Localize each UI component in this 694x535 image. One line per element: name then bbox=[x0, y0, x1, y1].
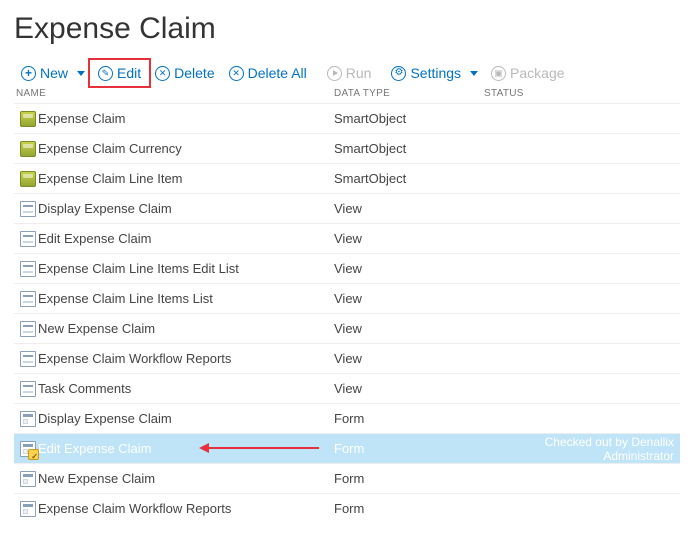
row-type: SmartObject bbox=[334, 141, 484, 156]
new-button[interactable]: New bbox=[14, 62, 75, 84]
table-row[interactable]: Expense Claim Line ItemSmartObject bbox=[14, 163, 680, 193]
edit-label: Edit bbox=[117, 65, 141, 81]
package-icon bbox=[491, 66, 506, 81]
form-icon bbox=[20, 411, 36, 427]
view-icon bbox=[20, 381, 36, 397]
package-button[interactable]: Package bbox=[484, 62, 571, 84]
delete-label: Delete bbox=[174, 65, 214, 81]
row-name: Task Comments bbox=[38, 381, 334, 396]
row-type: View bbox=[334, 261, 484, 276]
row-name: Display Expense Claim bbox=[38, 201, 334, 216]
form-icon bbox=[20, 501, 36, 517]
gear-icon bbox=[391, 66, 406, 81]
table-row[interactable]: Display Expense ClaimForm bbox=[14, 403, 680, 433]
row-type: View bbox=[334, 201, 484, 216]
row-status: Checked out by Denallix Administrator bbox=[484, 435, 680, 463]
view-icon bbox=[20, 291, 36, 307]
new-dropdown[interactable] bbox=[77, 71, 85, 76]
row-name: Expense Claim bbox=[38, 111, 334, 126]
item-list: Expense ClaimSmartObjectExpense Claim Cu… bbox=[14, 103, 680, 523]
table-row[interactable]: Expense Claim Workflow ReportsForm bbox=[14, 493, 680, 523]
edit-button[interactable]: Edit bbox=[91, 62, 148, 84]
view-icon bbox=[20, 231, 36, 247]
row-type: View bbox=[334, 351, 484, 366]
table-row[interactable]: New Expense ClaimView bbox=[14, 313, 680, 343]
row-type: Form bbox=[334, 411, 484, 426]
table-row[interactable]: Edit Expense ClaimView bbox=[14, 223, 680, 253]
view-icon bbox=[20, 351, 36, 367]
view-icon bbox=[20, 261, 36, 277]
package-label: Package bbox=[510, 65, 564, 81]
table-row[interactable]: Expense Claim Line Items Edit ListView bbox=[14, 253, 680, 283]
row-type: View bbox=[334, 231, 484, 246]
run-button[interactable]: Run bbox=[320, 62, 379, 84]
table-row[interactable]: Edit Expense ClaimFormChecked out by Den… bbox=[14, 433, 680, 463]
row-name: Expense Claim Workflow Reports bbox=[38, 501, 334, 516]
table-row[interactable]: Expense Claim Workflow ReportsView bbox=[14, 343, 680, 373]
row-type: Form bbox=[334, 501, 484, 516]
row-type: Form bbox=[334, 471, 484, 486]
page-title: Expense Claim bbox=[14, 12, 680, 46]
x-all-icon bbox=[229, 66, 244, 81]
settings-label: Settings bbox=[410, 65, 461, 81]
settings-dropdown[interactable] bbox=[470, 71, 478, 76]
table-row[interactable]: New Expense ClaimForm bbox=[14, 463, 680, 493]
form-icon bbox=[20, 471, 36, 487]
smartobject-icon bbox=[20, 141, 36, 157]
delete-all-label: Delete All bbox=[248, 65, 307, 81]
row-name: Expense Claim Currency bbox=[38, 141, 334, 156]
row-name: Expense Claim Line Item bbox=[38, 171, 334, 186]
row-name: Expense Claim Line Items Edit List bbox=[38, 261, 334, 276]
play-icon bbox=[327, 66, 342, 81]
row-type: SmartObject bbox=[334, 111, 484, 126]
row-type: View bbox=[334, 291, 484, 306]
col-type-header[interactable]: DATA TYPE bbox=[334, 88, 484, 99]
delete-all-button[interactable]: Delete All bbox=[222, 62, 314, 84]
row-name: New Expense Claim bbox=[38, 471, 334, 486]
run-label: Run bbox=[346, 65, 372, 81]
table-row[interactable]: Expense ClaimSmartObject bbox=[14, 103, 680, 133]
row-name: Display Expense Claim bbox=[38, 411, 334, 426]
row-type: View bbox=[334, 321, 484, 336]
row-type: SmartObject bbox=[334, 171, 484, 186]
x-icon bbox=[155, 66, 170, 81]
delete-button[interactable]: Delete bbox=[148, 62, 221, 84]
settings-button[interactable]: Settings bbox=[384, 62, 468, 84]
plus-icon bbox=[21, 66, 36, 81]
row-name: Expense Claim Workflow Reports bbox=[38, 351, 334, 366]
col-name-header[interactable]: NAME bbox=[14, 88, 334, 99]
view-icon bbox=[20, 201, 36, 217]
col-status-header[interactable]: STATUS bbox=[484, 88, 680, 99]
row-name: Edit Expense Claim bbox=[38, 231, 334, 246]
smartobject-icon bbox=[20, 111, 36, 127]
row-type: Form bbox=[334, 441, 484, 456]
table-row[interactable]: Task CommentsView bbox=[14, 373, 680, 403]
view-icon bbox=[20, 321, 36, 337]
table-row[interactable]: Expense Claim CurrencySmartObject bbox=[14, 133, 680, 163]
pencil-icon bbox=[98, 66, 113, 81]
new-label: New bbox=[40, 65, 68, 81]
column-headers: NAME DATA TYPE STATUS bbox=[14, 86, 680, 103]
row-name: Expense Claim Line Items List bbox=[38, 291, 334, 306]
toolbar: New Edit Delete Delete All Run Settings … bbox=[14, 62, 680, 84]
row-type: View bbox=[334, 381, 484, 396]
form-checked-out-icon bbox=[20, 441, 36, 457]
row-name: Edit Expense Claim bbox=[38, 441, 334, 456]
smartobject-icon bbox=[20, 171, 36, 187]
row-name: New Expense Claim bbox=[38, 321, 334, 336]
table-row[interactable]: Expense Claim Line Items ListView bbox=[14, 283, 680, 313]
table-row[interactable]: Display Expense ClaimView bbox=[14, 193, 680, 223]
